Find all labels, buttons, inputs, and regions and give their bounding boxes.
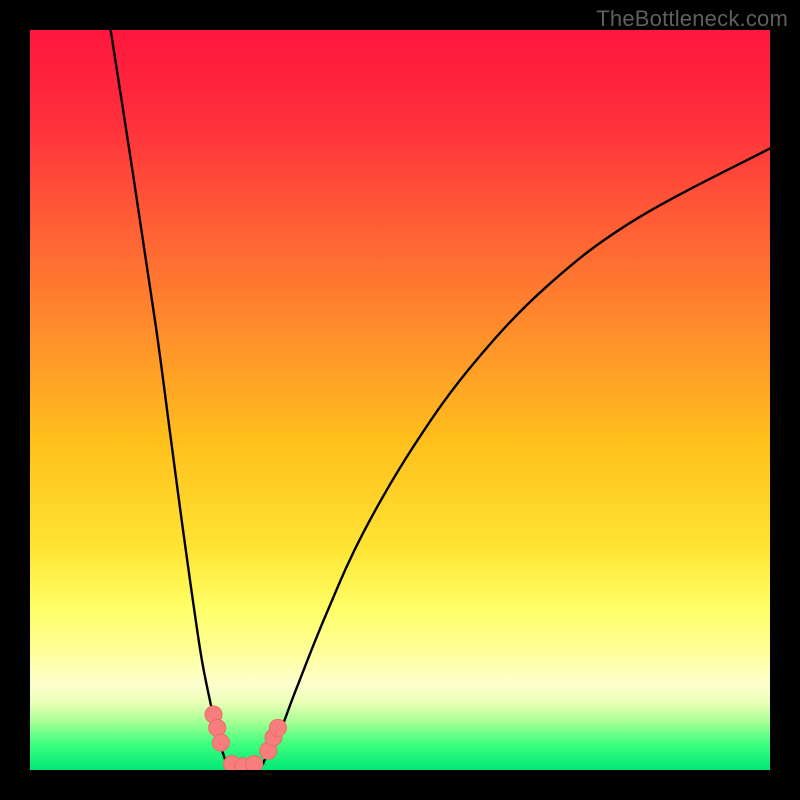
watermark-text: TheBottleneck.com bbox=[596, 6, 788, 32]
curve-marker bbox=[212, 734, 229, 751]
chart-frame: TheBottleneck.com bbox=[0, 0, 800, 800]
curve-marker bbox=[246, 756, 263, 770]
curve-markers bbox=[205, 706, 286, 770]
plot-area bbox=[30, 30, 770, 770]
curve-layer bbox=[30, 30, 770, 770]
curve-marker bbox=[209, 719, 226, 736]
curve-marker bbox=[269, 719, 286, 736]
bottleneck-curve bbox=[111, 30, 770, 769]
